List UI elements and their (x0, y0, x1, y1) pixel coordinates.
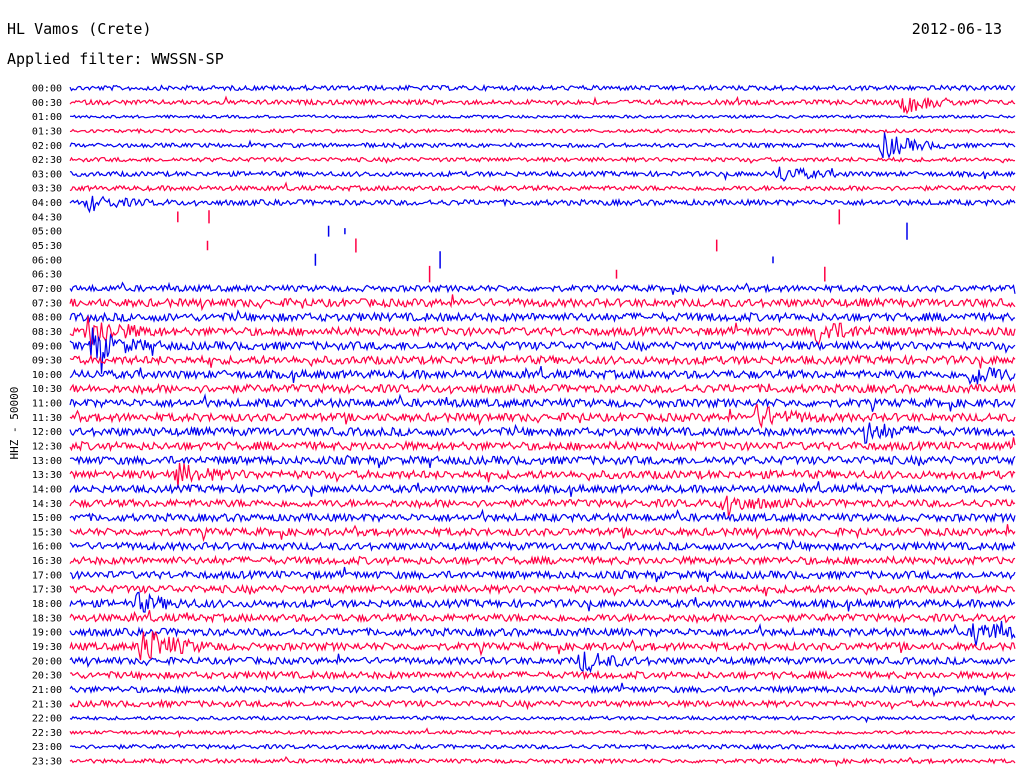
time-tick-1630: 16:30 (32, 556, 62, 567)
time-tick-1130: 11:30 (32, 413, 62, 424)
time-tick-1700: 17:00 (32, 570, 62, 581)
trace-1500 (69, 508, 1016, 524)
time-tick-0100: 01:00 (32, 112, 62, 123)
trace-1230 (69, 437, 1016, 453)
time-tick-1730: 17:30 (32, 585, 62, 596)
trace-2330 (69, 755, 1016, 768)
trace-1430 (69, 495, 1016, 518)
time-tick-0030: 00:30 (32, 98, 62, 109)
trace-0530 (206, 238, 718, 253)
trace-0830 (69, 316, 1016, 348)
time-tick-2100: 21:00 (32, 685, 62, 696)
trace-0430 (177, 209, 841, 225)
trace-0500 (327, 222, 908, 240)
time-tick-0200: 02:00 (32, 141, 62, 152)
time-tick-0830: 08:30 (32, 327, 62, 338)
time-tick-2000: 20:00 (32, 656, 62, 667)
time-tick-0930: 09:30 (32, 356, 62, 367)
trace-2230 (69, 727, 1016, 739)
trace-1530 (69, 524, 1016, 543)
trace-0800 (69, 309, 1016, 324)
seismic-traces (69, 83, 1016, 768)
time-tick-0700: 07:00 (32, 284, 62, 295)
time-tick-2130: 21:30 (32, 699, 62, 710)
time-tick-2030: 20:30 (32, 671, 62, 682)
trace-0130 (69, 127, 1016, 135)
trace-1700 (69, 566, 1016, 583)
time-tick-1300: 13:00 (32, 456, 62, 467)
trace-0030 (69, 95, 1016, 115)
trace-2030 (69, 669, 1016, 681)
time-tick-1230: 12:30 (32, 442, 62, 453)
time-tick-1400: 14:00 (32, 484, 62, 495)
time-tick-0400: 04:00 (32, 198, 62, 209)
time-tick-0130: 01:30 (32, 126, 62, 137)
trace-1600 (69, 538, 1016, 553)
trace-0230 (69, 156, 1016, 164)
trace-2200 (69, 713, 1016, 724)
trace-1300 (69, 454, 1016, 469)
trace-0600 (314, 251, 774, 269)
trace-1030 (69, 382, 1016, 396)
time-tick-1530: 15:30 (32, 527, 62, 538)
trace-0700 (69, 281, 1016, 295)
trace-1900 (69, 620, 1016, 646)
trace-1000 (69, 365, 1016, 386)
time-tick-2300: 23:00 (32, 742, 62, 753)
time-tick-0600: 06:00 (32, 255, 62, 266)
time-tick-2200: 22:00 (32, 714, 62, 725)
time-tick-1500: 15:00 (32, 513, 62, 524)
time-tick-1330: 13:30 (32, 470, 62, 481)
time-tick-1900: 19:00 (32, 628, 62, 639)
trace-0000 (69, 83, 1016, 93)
time-tick-0500: 05:00 (32, 227, 62, 238)
trace-0100 (70, 114, 1016, 120)
time-tick-0630: 06:30 (32, 270, 62, 281)
time-tick-0730: 07:30 (32, 298, 62, 309)
time-tick-1930: 19:30 (32, 642, 62, 653)
trace-2300 (69, 743, 1016, 751)
seismogram-plot: 00:00 00:30 01:00 01:30 02:00 02:30 03:00 03:30… (32, 83, 1016, 768)
time-tick-0800: 08:00 (32, 313, 62, 324)
time-tick-labels: 00:00 00:30 01:00 01:30 02:00 02:30 03:00 03:30… (32, 84, 62, 768)
trace-1630 (69, 554, 1016, 567)
trace-2100 (69, 682, 1016, 698)
trace-0630 (428, 265, 826, 283)
time-tick-1000: 10:00 (32, 370, 62, 381)
trace-1330 (69, 462, 1016, 489)
time-tick-2230: 22:30 (32, 728, 62, 739)
time-tick-2330: 23:30 (32, 757, 62, 768)
time-tick-1430: 14:30 (32, 499, 62, 510)
trace-1730 (69, 583, 1016, 597)
trace-0300 (69, 166, 1016, 182)
trace-0400 (69, 195, 1016, 214)
trace-0330 (69, 181, 1016, 193)
time-tick-0300: 03:00 (32, 169, 62, 180)
time-tick-1030: 10:30 (32, 384, 62, 395)
time-tick-1200: 12:00 (32, 427, 62, 438)
time-tick-1800: 18:00 (32, 599, 62, 610)
trace-0200 (69, 132, 1016, 159)
time-tick-0330: 03:30 (32, 184, 62, 195)
time-tick-0230: 02:30 (32, 155, 62, 166)
trace-2000 (69, 651, 1016, 674)
time-tick-0430: 04:30 (32, 212, 62, 223)
trace-1830 (69, 610, 1016, 625)
trace-0930 (69, 353, 1016, 369)
time-tick-0000: 00:00 (32, 84, 62, 95)
time-tick-0530: 05:30 (32, 241, 62, 252)
trace-0730 (69, 294, 1016, 312)
trace-1100 (69, 393, 1016, 412)
time-tick-1600: 16:00 (32, 542, 62, 553)
trace-1200 (69, 422, 1016, 445)
trace-2130 (69, 698, 1016, 711)
time-tick-1100: 11:00 (32, 399, 62, 410)
time-tick-1830: 18:30 (32, 613, 62, 624)
time-tick-0900: 09:00 (32, 341, 62, 352)
trace-1400 (69, 481, 1016, 497)
trace-1930 (69, 631, 1016, 661)
trace-1800 (69, 591, 1016, 613)
